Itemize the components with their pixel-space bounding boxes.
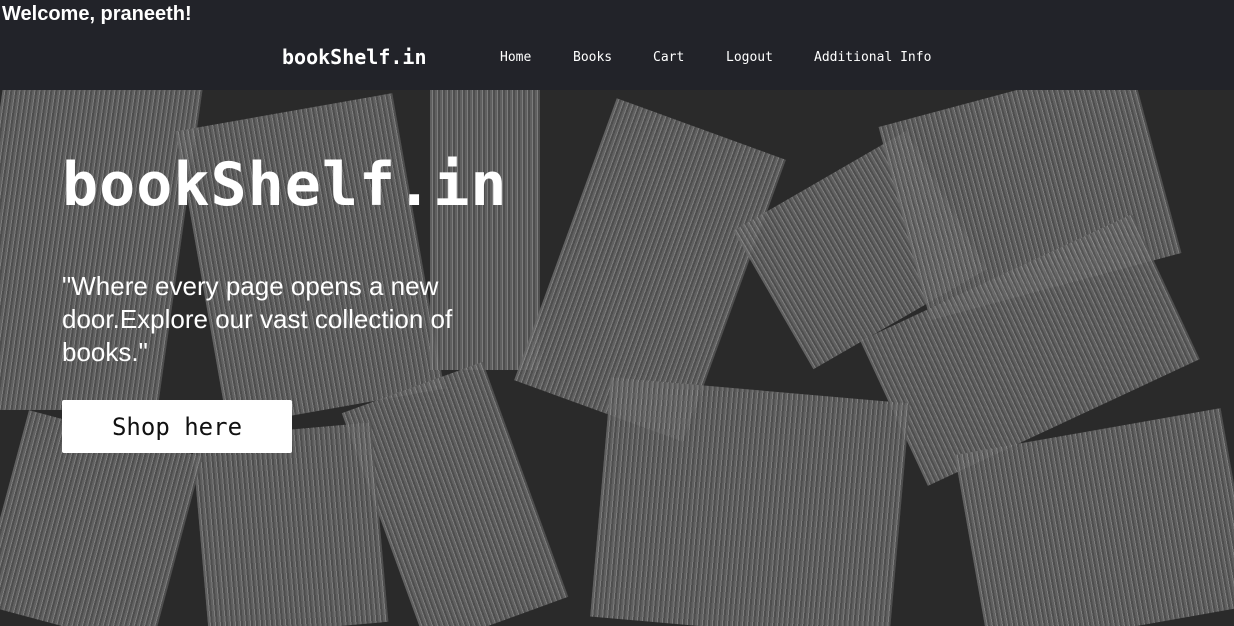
welcome-message: Welcome, praneeth! bbox=[2, 3, 192, 25]
hero-title: bookShelf.in bbox=[62, 150, 508, 220]
nav-logout[interactable]: Logout bbox=[726, 50, 773, 65]
hero-tagline: "Where every page opens a new door.Explo… bbox=[62, 271, 453, 367]
top-navbar: Welcome, praneeth! bookShelf.in Home Boo… bbox=[0, 0, 1234, 90]
nav-additional-info[interactable]: Additional Info bbox=[814, 50, 931, 65]
brand-logo[interactable]: bookShelf.in bbox=[282, 45, 427, 69]
nav-books[interactable]: Books bbox=[573, 50, 612, 65]
nav-home[interactable]: Home bbox=[500, 50, 531, 65]
nav-cart[interactable]: Cart bbox=[653, 50, 684, 65]
hero-section: bookShelf.in "Where every page opens a n… bbox=[0, 90, 1234, 626]
shop-here-button[interactable]: Shop here bbox=[62, 400, 292, 453]
